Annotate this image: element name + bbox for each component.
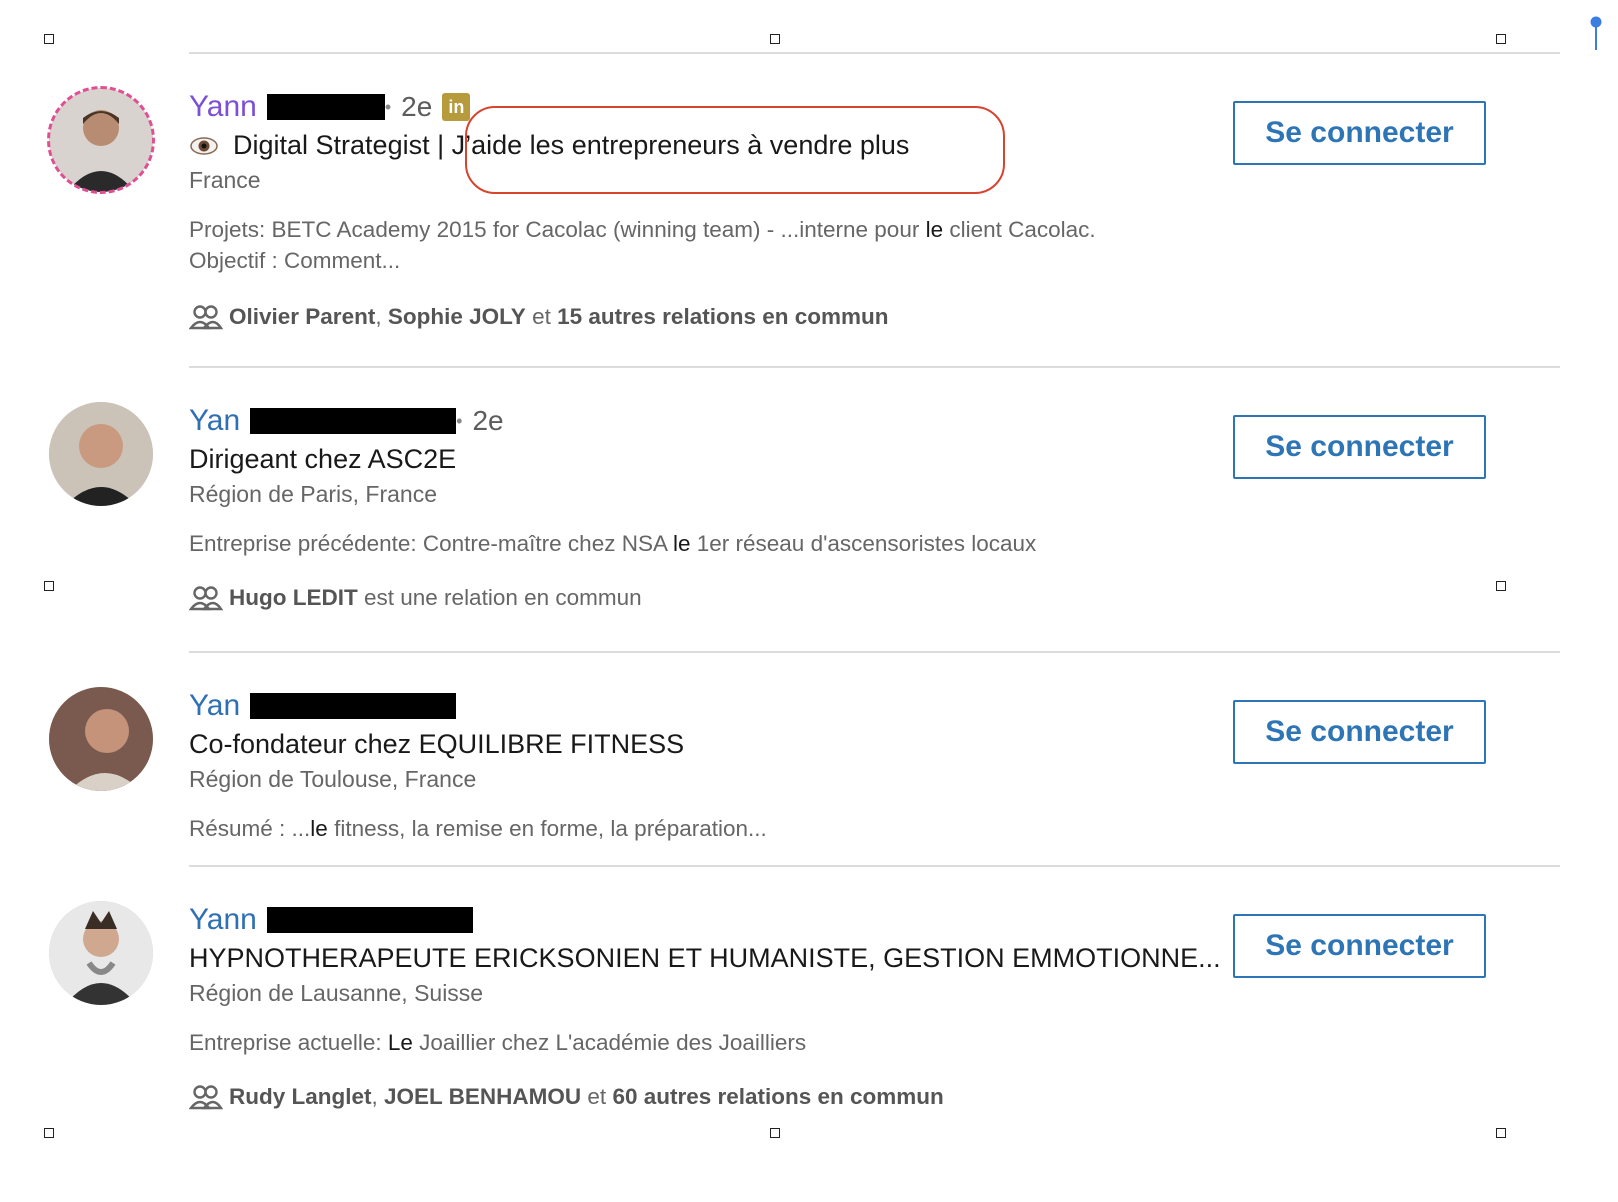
pin-icon[interactable]	[1590, 16, 1602, 50]
selection-handle-middle-right[interactable]	[1496, 581, 1506, 591]
people-icon	[189, 305, 223, 330]
shared-joiner: et	[587, 1084, 607, 1109]
result-content: Yan Co-fondateur chez EQUILIBRE FITNESS …	[189, 687, 1279, 844]
name-line: Yan • 2e	[189, 402, 1279, 440]
snippet-text: Entreprise actuelle:	[189, 1030, 388, 1055]
selection-handle-bottom-left[interactable]	[44, 1128, 54, 1138]
people-icon	[189, 586, 223, 611]
shared-count[interactable]: 15 autres relations en commun	[557, 304, 888, 330]
shared-connections[interactable]: Rudy Langlet, JOEL BENHAMOU et 60 autres…	[189, 1084, 1279, 1110]
snippet: Entreprise précédente: Contre-maître che…	[189, 528, 1279, 559]
avatar[interactable]	[49, 88, 153, 192]
headline: Dirigeant chez ASC2E	[189, 444, 457, 474]
snippet-text: Projets: BETC Academy 2015 for Cacolac (…	[189, 217, 926, 242]
connect-button[interactable]: Se connecter	[1233, 914, 1486, 978]
location: Région de Toulouse, France	[189, 766, 477, 792]
selection-handle-bottom-center[interactable]	[770, 1128, 780, 1138]
result-content: Yan • 2e Dirigeant chez ASC2E Région de …	[189, 402, 1279, 611]
name-line: Yan	[189, 687, 1279, 725]
connect-button[interactable]: Se connecter	[1233, 101, 1486, 165]
profile-name-link[interactable]: Yan	[189, 404, 240, 438]
snippet-text: Entreprise précédente: Contre-maître che…	[189, 531, 673, 556]
shared-name[interactable]: JOEL BENHAMOU	[384, 1084, 581, 1110]
snippet-text: client Cacolac.	[943, 217, 1096, 242]
connection-degree: 2e	[401, 91, 433, 122]
shared-text: est une relation en commun	[364, 585, 642, 610]
redacted-surname	[266, 907, 473, 933]
snippet: Résumé : ...le fitness, la remise en for…	[189, 813, 1279, 844]
result-content: Yann HYPNOTHERAPEUTE ERICKSONIEN ET HUMA…	[189, 901, 1279, 1110]
divider	[189, 366, 1560, 368]
eye-icon	[190, 136, 218, 155]
separator-dot: •	[456, 411, 463, 431]
redacted-surname	[266, 94, 385, 120]
snippet-text: Objectif : Comment...	[189, 248, 401, 273]
avatar[interactable]	[49, 901, 153, 1005]
shared-connections[interactable]: Hugo LEDIT est une relation en commun	[189, 585, 1279, 611]
snippet-text: 1er réseau d'ascensoristes locaux	[690, 531, 1037, 556]
snippet: Entreprise actuelle: Le Joaillier chez L…	[189, 1027, 1279, 1058]
location: Région de Lausanne, Suisse	[189, 980, 484, 1006]
snippet-text: Résumé : ...	[189, 816, 311, 841]
shared-name[interactable]: Hugo LEDIT	[229, 585, 358, 611]
shared-connections[interactable]: Olivier Parent, Sophie JOLY et 15 autres…	[189, 304, 1279, 330]
people-icon	[189, 1085, 223, 1110]
snippet-keyword: Le	[387, 1030, 413, 1055]
headline: HYPNOTHERAPEUTE ERICKSONIEN ET HUMANISTE…	[189, 943, 1221, 973]
selection-handle-top-right[interactable]	[1496, 34, 1506, 44]
divider	[189, 52, 1560, 54]
avatar[interactable]	[49, 402, 153, 506]
snippet: Projets: BETC Academy 2015 for Cacolac (…	[189, 214, 1279, 276]
redacted-surname	[250, 408, 457, 434]
snippet-keyword: le	[672, 531, 691, 556]
separator-dot: •	[384, 97, 392, 117]
shared-name[interactable]: Olivier Parent	[229, 304, 375, 330]
divider	[189, 651, 1560, 653]
shared-name[interactable]: Rudy Langlet	[229, 1084, 372, 1110]
location: Région de Paris, France	[189, 481, 438, 507]
profile-name-link[interactable]: Yan	[189, 689, 240, 723]
snippet-text: fitness, la remise en forme, la préparat…	[327, 816, 767, 841]
profile-name-link[interactable]: Yann	[189, 90, 257, 124]
snippet-text: Joaillier chez L'académie des Joailliers	[412, 1030, 807, 1055]
name-line: Yann	[189, 901, 1279, 939]
connect-button[interactable]: Se connecter	[1233, 700, 1486, 764]
headline-text: Digital Strategist |	[233, 130, 445, 160]
selection-handle-top-center[interactable]	[770, 34, 780, 44]
avatar[interactable]	[49, 687, 153, 791]
shared-name[interactable]: Sophie JOLY	[388, 304, 526, 330]
selection-handle-top-left[interactable]	[44, 34, 54, 44]
selection-handle-bottom-right[interactable]	[1496, 1128, 1506, 1138]
shared-count[interactable]: 60 autres relations en commun	[612, 1084, 943, 1110]
snippet-keyword: le	[925, 217, 944, 242]
connection-degree: 2e	[472, 405, 504, 436]
profile-name-link[interactable]: Yann	[189, 903, 257, 937]
redacted-surname	[250, 693, 457, 719]
connect-button[interactable]: Se connecter	[1233, 415, 1486, 479]
selection-handle-middle-left[interactable]	[44, 581, 54, 591]
linkedin-badge-icon: in	[442, 93, 471, 121]
shared-joiner: et	[532, 304, 551, 329]
headline: Co-fondateur chez EQUILIBRE FITNESS	[189, 729, 685, 759]
highlight-oval	[465, 106, 1005, 194]
snippet-keyword: le	[310, 816, 328, 841]
divider	[189, 865, 1560, 867]
